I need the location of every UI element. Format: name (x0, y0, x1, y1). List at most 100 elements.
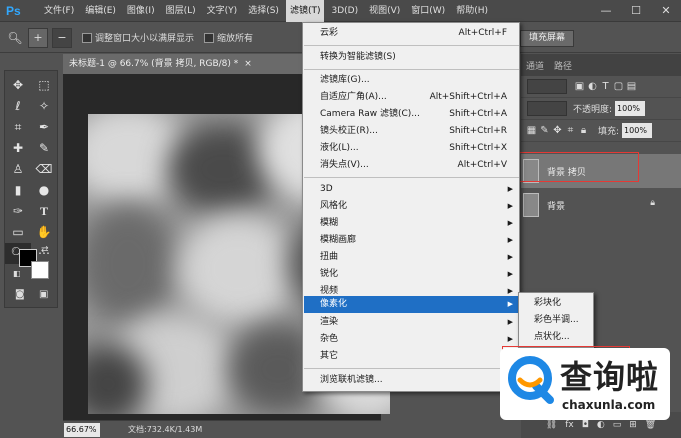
path-select-tool-icon[interactable]: ▭ (5, 222, 31, 243)
menu-view[interactable]: 视图(V) (365, 0, 404, 22)
menu-file[interactable]: 文件(F) (40, 0, 78, 22)
tab-channels[interactable]: 通道 (521, 58, 549, 76)
marquee-tool-icon[interactable]: ⬚ (31, 75, 57, 96)
document-tab[interactable]: 未标题-1 @ 66.7% (背景 拷贝, RGB/8) * × (63, 54, 311, 74)
lasso-tool-icon[interactable]: ℓ (5, 96, 31, 117)
menu-type[interactable]: 文字(Y) (203, 0, 242, 22)
filter-submenu-3d[interactable]: 3D ▶ (304, 181, 519, 198)
group-icon[interactable]: ▭ (613, 420, 622, 430)
type-tool-icon[interactable]: T (31, 201, 57, 222)
menu-help[interactable]: 帮助(H) (452, 0, 492, 22)
watermark-logo-icon (508, 356, 554, 404)
close-document-icon[interactable]: × (244, 59, 252, 69)
pixelate-color-halftone-item[interactable]: 彩色半调... (520, 312, 592, 329)
minimize-button[interactable]: — (591, 0, 621, 22)
filter-menu-item[interactable]: 转换为智能滤镜(S) (304, 49, 519, 66)
zoom-in-button[interactable]: + (28, 27, 48, 48)
menu-layer[interactable]: 图层(L) (162, 0, 200, 22)
add-mask-icon[interactable]: ◘ (582, 420, 589, 430)
lock-all-icon[interactable]: 🔒︎ (577, 125, 590, 136)
maximize-button[interactable]: ☐ (621, 0, 651, 22)
blend-mode-select[interactable] (527, 101, 567, 116)
smart-filter-icon[interactable]: ▤ (625, 81, 638, 92)
document-info[interactable]: 文档:732.4K/1.43M (128, 424, 202, 435)
layer-style-button[interactable]: fx (565, 420, 574, 430)
menu-filter[interactable]: 滤镜(T) (285, 0, 325, 22)
move-tool-icon[interactable]: ✥ (5, 75, 31, 96)
filter-menu-item[interactable]: 消失点(V)... Alt+Ctrl+V (304, 157, 519, 174)
annotation-highlight-box (519, 152, 639, 182)
filter-menu: 云彩 Alt+Ctrl+F 转换为智能滤镜(S) 滤镜库(G)... 自适应广角(… (302, 22, 520, 392)
pen-tool-icon[interactable]: ✑ (5, 201, 31, 222)
quick-mask-icon[interactable]: ◙ (15, 289, 25, 300)
fill-row: ▦ ✎ ✥ ⌗ 🔒︎ 填充: 100% (521, 120, 681, 142)
dodge-tool-icon[interactable]: ● (31, 180, 57, 201)
layer-filter-row: ▣ ◐ T ▢ ▤ (521, 76, 681, 98)
type-filter-icon[interactable]: T (599, 81, 612, 92)
lock-artboard-icon[interactable]: ⌗ (564, 125, 577, 136)
default-colors-icon[interactable]: ◧ (13, 269, 21, 278)
eraser-tool-icon[interactable]: ⌫ (31, 159, 57, 180)
lock-move-icon[interactable]: ✥ (551, 125, 564, 136)
fill-field[interactable]: 100% (622, 123, 653, 138)
toolbox: ✥ ⬚ ℓ ✧ ⌗ ✒ ✚ ✎ ♙ ⌫ ▮ ● ✑ T ▭ ✋ 🔍︎ ⋯ ⇄ ◧… (4, 70, 58, 308)
panel-tabs: 通道 路径 (521, 54, 681, 76)
layer-row-background[interactable]: 背景 🔒︎ (521, 188, 681, 222)
menu-select[interactable]: 选择(S) (244, 0, 283, 22)
filter-submenu-noise[interactable]: 杂色 ▶ (304, 331, 519, 348)
pixel-filter-icon[interactable]: ▣ (573, 81, 586, 92)
lock-transparency-icon[interactable]: ▦ (525, 125, 538, 136)
filter-menu-item[interactable]: 云彩 Alt+Ctrl+F (304, 25, 519, 42)
filter-submenu-distort[interactable]: 扭曲 ▶ (304, 249, 519, 266)
filter-submenu-blur-gallery[interactable]: 模糊画廊 ▶ (304, 232, 519, 249)
crop-tool-icon[interactable]: ⌗ (5, 117, 31, 138)
pixelate-pointillize-item[interactable]: 点状化... (520, 329, 592, 346)
shape-filter-icon[interactable]: ▢ (612, 81, 625, 92)
filter-submenu-blur[interactable]: 模糊 ▶ (304, 215, 519, 232)
gradient-tool-icon[interactable]: ▮ (5, 180, 31, 201)
filter-menu-item[interactable]: 液化(L)... Shift+Ctrl+X (304, 140, 519, 157)
menu-3d[interactable]: 3D(D) (327, 0, 362, 22)
adjustment-filter-icon[interactable]: ◐ (586, 81, 599, 92)
magic-wand-tool-icon[interactable]: ✧ (31, 96, 57, 117)
filter-menu-item[interactable]: 滤镜库(G)... (304, 72, 519, 89)
new-layer-icon[interactable]: ⊞ (629, 420, 637, 430)
close-button[interactable]: ✕ (651, 0, 681, 22)
zoom-out-button[interactable]: − (52, 27, 72, 48)
healing-brush-tool-icon[interactable]: ✚ (5, 138, 31, 159)
link-layers-icon[interactable]: ⛓ (546, 420, 557, 430)
swap-colors-icon[interactable]: ⇄ (41, 245, 49, 255)
zoom-level-field[interactable]: 66.67% (64, 422, 100, 437)
layer-kind-select[interactable] (527, 79, 567, 94)
submenu-arrow-icon: ▶ (507, 318, 513, 326)
menu-window[interactable]: 窗口(W) (407, 0, 449, 22)
delete-layer-icon[interactable]: 🗑︎ (645, 420, 656, 430)
hand-tool-icon[interactable]: ✋ (31, 222, 57, 243)
tab-paths[interactable]: 路径 (549, 58, 577, 76)
browse-filters-online-item[interactable]: 浏览联机滤镜... (304, 372, 519, 389)
submenu-arrow-icon: ▶ (507, 185, 513, 193)
lock-brush-icon[interactable]: ✎ (538, 125, 551, 136)
filter-menu-item[interactable]: Camera Raw 滤镜(C)... Shift+Ctrl+A (304, 106, 519, 123)
opacity-field[interactable]: 100% (615, 101, 646, 116)
pixelate-facet-item[interactable]: 彩块化 (520, 295, 592, 312)
background-color-swatch[interactable] (31, 261, 49, 279)
stamp-tool-icon[interactable]: ♙ (5, 159, 31, 180)
zoom-all-checkbox[interactable] (204, 32, 215, 43)
zoom-tool-icon[interactable]: 🔍︎ (6, 29, 24, 47)
filter-submenu-stylize[interactable]: 风格化 ▶ (304, 198, 519, 215)
filter-submenu-pixelate[interactable]: 像素化 ▶ (304, 296, 519, 313)
filter-submenu-other[interactable]: 其它▶ (304, 348, 519, 365)
filter-submenu-sharpen[interactable]: 锐化 ▶ (304, 266, 519, 283)
fill-screen-button[interactable]: 填充屏幕 (520, 30, 575, 47)
screen-mode-icon[interactable]: ▣ (39, 289, 48, 300)
filter-submenu-render[interactable]: 渲染 ▶ (304, 314, 519, 331)
filter-menu-item[interactable]: 自适应广角(A)... Alt+Shift+Ctrl+A (304, 89, 519, 106)
adjustment-layer-icon[interactable]: ◐ (597, 420, 605, 430)
filter-menu-item[interactable]: 镜头校正(R)... Shift+Ctrl+R (304, 123, 519, 140)
menu-edit[interactable]: 编辑(E) (81, 0, 120, 22)
eyedropper-tool-icon[interactable]: ✒ (31, 117, 57, 138)
brush-tool-icon[interactable]: ✎ (31, 138, 57, 159)
menu-image[interactable]: 图像(I) (123, 0, 159, 22)
resize-windows-checkbox[interactable] (82, 32, 92, 43)
